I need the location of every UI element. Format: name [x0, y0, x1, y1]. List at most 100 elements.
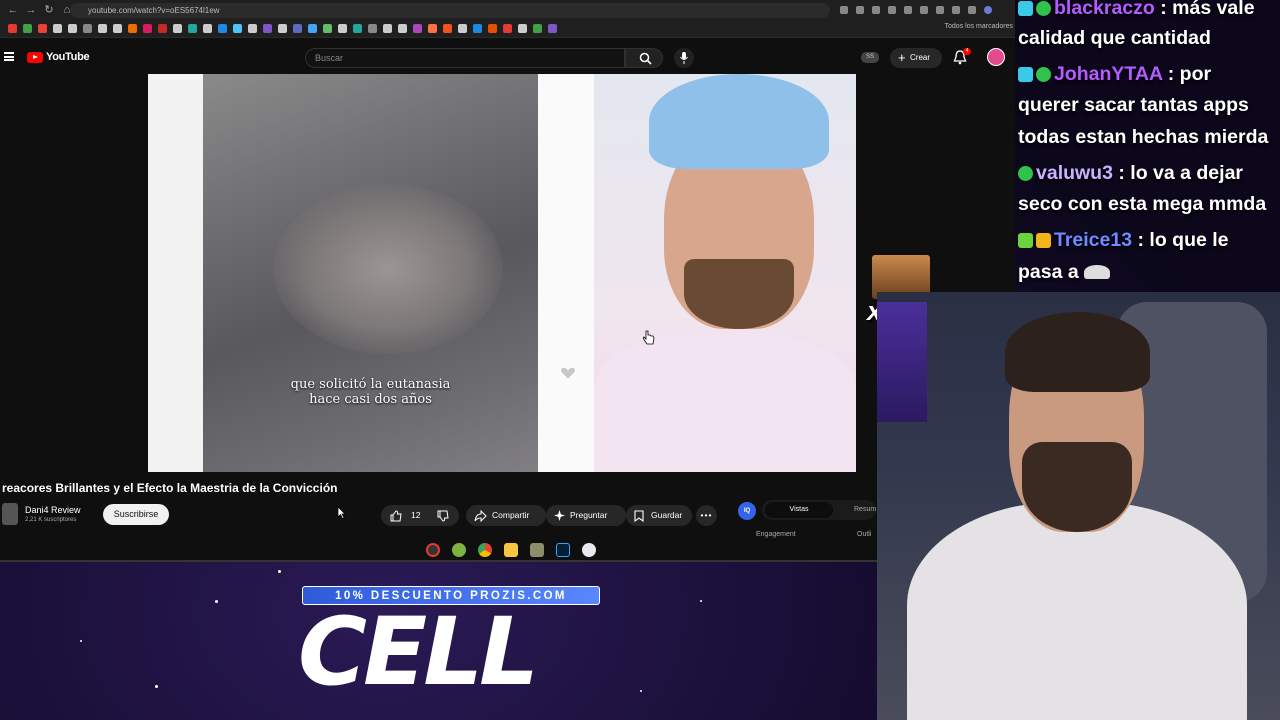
photoshop-icon[interactable]	[556, 543, 570, 557]
zoom-icon[interactable]	[840, 6, 848, 14]
bookmark-icon[interactable]	[458, 24, 467, 33]
chat-text: : lo va a dejar	[1112, 162, 1244, 184]
subscribe-button[interactable]: Suscribirse	[103, 504, 169, 525]
youtube-logo[interactable]: YouTube	[27, 51, 90, 63]
iq-extension-icon[interactable]: IQ	[738, 502, 756, 520]
share-button[interactable]: Compartir	[466, 505, 546, 526]
tab-vistas[interactable]: Vistas	[765, 502, 833, 518]
tab-resumen[interactable]: Resum	[854, 502, 876, 518]
bookmark-icon[interactable]	[323, 24, 332, 33]
reload-icon[interactable]: ↻	[42, 3, 56, 17]
bookmark-icon[interactable]	[413, 24, 422, 33]
video-player[interactable]: que solicitó la eutanasia hace casi dos …	[148, 74, 856, 472]
chrome-icon[interactable]	[478, 543, 492, 557]
address-bar[interactable]: youtube.com/watch?v=oES5674l1ew	[70, 3, 830, 18]
bookmark-icon[interactable]	[203, 24, 212, 33]
bookmark-icon[interactable]	[353, 24, 362, 33]
bookmark-icon[interactable]	[368, 24, 377, 33]
folder-icon[interactable]	[504, 543, 518, 557]
chat-line: todas estan hechas mierda	[1018, 121, 1268, 153]
extension-icon[interactable]	[904, 6, 912, 14]
chat-text: seco con esta mega mmda	[1018, 193, 1267, 215]
bookmark-icon[interactable]	[53, 24, 62, 33]
ss-badge[interactable]: SS	[861, 52, 879, 63]
video-clip-panel	[203, 74, 538, 472]
back-icon[interactable]: ←	[6, 3, 20, 17]
dislike-button[interactable]	[432, 505, 460, 526]
more-actions-button[interactable]: •••	[696, 505, 717, 526]
bookmark-icon[interactable]	[398, 24, 407, 33]
extension-icon[interactable]	[920, 6, 928, 14]
app-icon[interactable]	[452, 543, 466, 557]
bookmark-icon[interactable]	[128, 24, 137, 33]
bookmark-icon[interactable]	[308, 24, 317, 33]
mouse-cursor-icon	[337, 506, 346, 519]
ask-button[interactable]: Preguntar	[546, 505, 626, 526]
chat-line: valuwu3 : lo va a dejar	[1018, 157, 1243, 189]
sidebar-icon[interactable]	[968, 6, 976, 14]
bookmark-icon[interactable]	[533, 24, 542, 33]
star-icon[interactable]	[888, 6, 896, 14]
bookmark-icon[interactable]	[278, 24, 287, 33]
bookmark-icon[interactable]	[248, 24, 257, 33]
bookmark-icon[interactable]	[68, 24, 77, 33]
cast-icon[interactable]	[856, 6, 864, 14]
browser-toolbar: ← → ↻ ⌂ youtube.com/watch?v=oES5674l1ew	[0, 0, 1015, 20]
bookmark-icon[interactable]	[263, 24, 272, 33]
emote-icon	[1084, 265, 1111, 279]
all-bookmarks-link[interactable]: Todos los marcadores	[945, 23, 1013, 30]
channel-name[interactable]: Dani4 Review	[25, 505, 81, 515]
chat-badge-icon	[1018, 166, 1033, 181]
bookmark-icon[interactable]	[518, 24, 527, 33]
bookmark-icon[interactable]	[143, 24, 152, 33]
bookmark-icon[interactable]	[383, 24, 392, 33]
bookmark-icon[interactable]	[548, 24, 557, 33]
save-button[interactable]: Guardar	[626, 505, 692, 526]
bookmark-icon[interactable]	[113, 24, 122, 33]
share-icon[interactable]	[872, 6, 880, 14]
bookmark-icon[interactable]	[83, 24, 92, 33]
outline-label: Outli	[857, 531, 872, 538]
profile-icon[interactable]	[984, 6, 992, 14]
hamburger-menu-icon[interactable]	[4, 52, 14, 61]
search-button[interactable]	[625, 48, 663, 68]
chat-username: JohanYTAA	[1054, 63, 1163, 85]
forward-icon[interactable]: →	[24, 3, 38, 17]
voice-search-button[interactable]	[674, 48, 694, 68]
puzzle-icon[interactable]	[952, 6, 960, 14]
app-icon[interactable]	[530, 543, 544, 557]
chat-line: Treice13 : lo que le	[1018, 224, 1229, 256]
channel-avatar[interactable]	[2, 503, 18, 525]
account-avatar[interactable]	[987, 48, 1005, 66]
app-icon[interactable]	[426, 543, 440, 557]
chat-badge-icon	[1036, 1, 1051, 16]
bookmark-icon[interactable]	[158, 24, 167, 33]
save-label: Guardar	[651, 510, 683, 520]
subtitle-line: hace casi dos años	[309, 392, 432, 407]
bookmark-icon[interactable]	[473, 24, 482, 33]
bookmark-icon[interactable]	[233, 24, 242, 33]
bookmark-icon[interactable]	[188, 24, 197, 33]
ask-label: Preguntar	[570, 510, 608, 520]
bookmark-icon[interactable]	[428, 24, 437, 33]
bookmark-icon[interactable]	[293, 24, 302, 33]
bookmark-icon[interactable]	[488, 24, 497, 33]
bookmark-icon[interactable]	[338, 24, 347, 33]
search-input[interactable]: Buscar	[305, 48, 625, 68]
stream-scene: ← → ↻ ⌂ youtube.com/watch?v=oES5674l1ew	[0, 0, 1280, 720]
bookmark-icon[interactable]	[173, 24, 182, 33]
search-icon	[639, 52, 652, 65]
bookmark-icon[interactable]	[503, 24, 512, 33]
bookmark-icon[interactable]	[218, 24, 227, 33]
bookmark-icon[interactable]	[443, 24, 452, 33]
hand-cursor-icon	[643, 330, 655, 345]
bookmark-icon[interactable]	[38, 24, 47, 33]
create-button[interactable]: Crear	[890, 48, 942, 68]
like-count: 12	[411, 510, 421, 520]
app-icon[interactable]	[582, 543, 596, 557]
webcam-feed	[877, 292, 1280, 720]
bookmark-icon[interactable]	[23, 24, 32, 33]
bookmark-icon[interactable]	[8, 24, 17, 33]
extension-icon[interactable]	[936, 6, 944, 14]
bookmark-icon[interactable]	[98, 24, 107, 33]
